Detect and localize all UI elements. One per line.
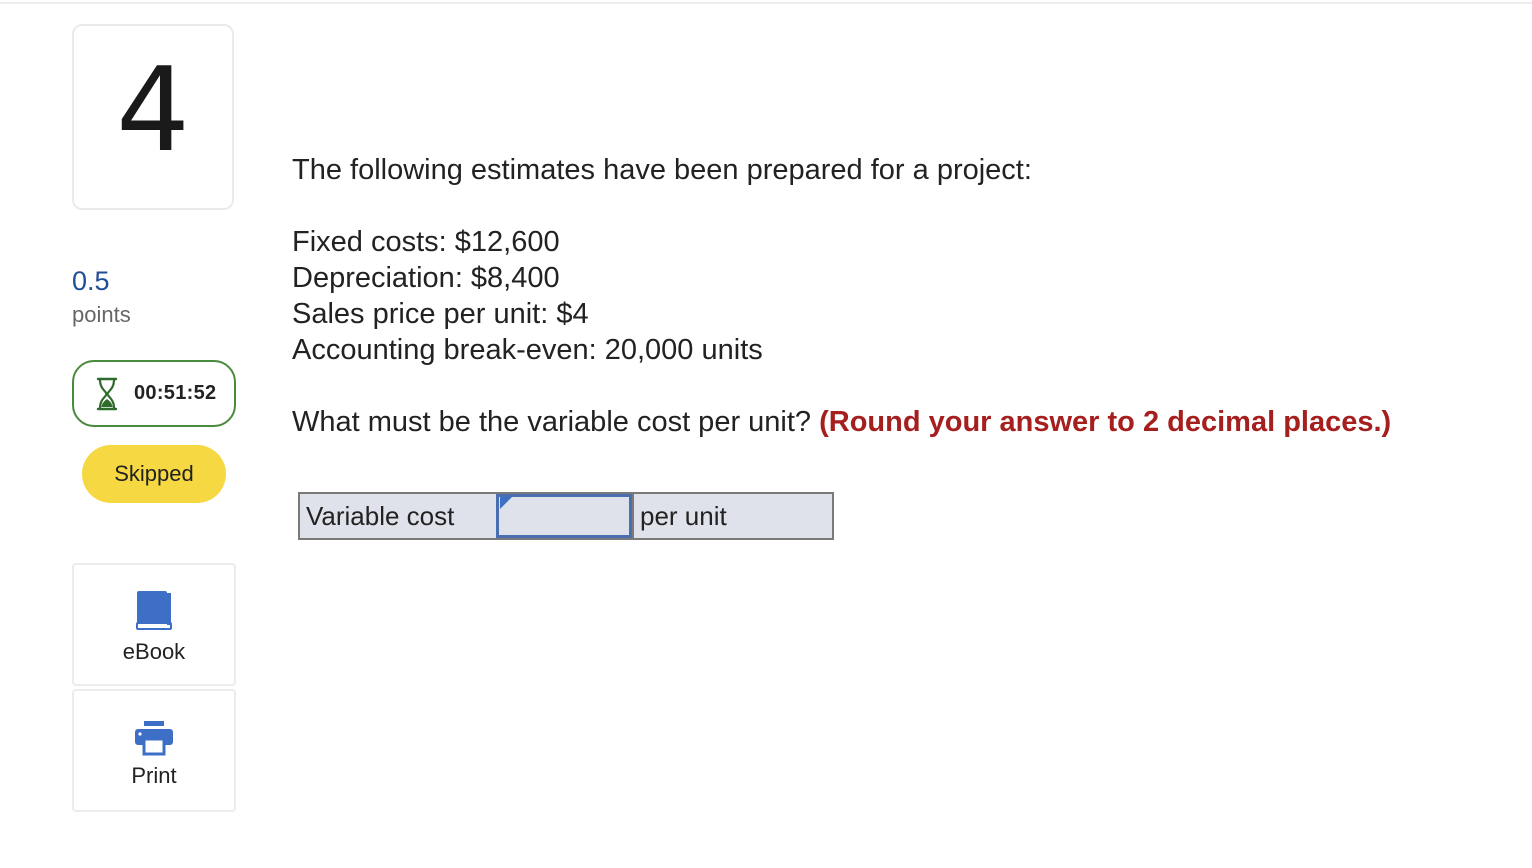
ebook-label: eBook: [122, 639, 186, 664]
status-badge: Skipped: [82, 445, 226, 503]
fact-line: Fixed costs: $12,600: [292, 226, 560, 258]
timer: 00:51:52: [72, 360, 236, 427]
prompt-text: What must be the variable cost per unit?: [292, 406, 812, 438]
answer-table: Variable cost per unit: [298, 492, 834, 540]
book-icon: [136, 591, 172, 630]
points-label: points: [72, 302, 131, 327]
rounding-hint: (Round your answer to 2 decimal places.): [819, 406, 1392, 438]
corner-flag-icon: [500, 497, 512, 509]
answer-left-label: Variable cost: [300, 494, 498, 538]
variable-cost-input[interactable]: [496, 494, 632, 538]
question-body: The following estimates have been prepar…: [292, 152, 1391, 440]
hourglass-icon: [96, 377, 118, 410]
fact-line: Depreciation: $8,400: [292, 262, 560, 294]
ebook-button[interactable]: eBook: [72, 563, 236, 686]
answer-input-cell: [496, 494, 634, 538]
question-number: 4: [116, 43, 190, 178]
question-prompt: What must be the variable cost per unit?…: [292, 404, 1391, 440]
timer-text: 00:51:52: [134, 382, 217, 404]
fact-line: Accounting break-even: 20,000 units: [292, 334, 763, 366]
question-number-card: 4: [72, 24, 234, 210]
print-button[interactable]: Print: [72, 689, 236, 812]
question-facts: Fixed costs: $12,600 Depreciation: $8,40…: [292, 224, 1391, 368]
question-intro: The following estimates have been prepar…: [292, 154, 1032, 186]
top-divider: [0, 2, 1532, 4]
printer-icon: [135, 721, 173, 756]
points-value: 0.5: [72, 266, 110, 296]
print-label: Print: [131, 763, 177, 788]
fact-line: Sales price per unit: $4: [292, 298, 589, 330]
answer-right-label: per unit: [640, 500, 727, 531]
